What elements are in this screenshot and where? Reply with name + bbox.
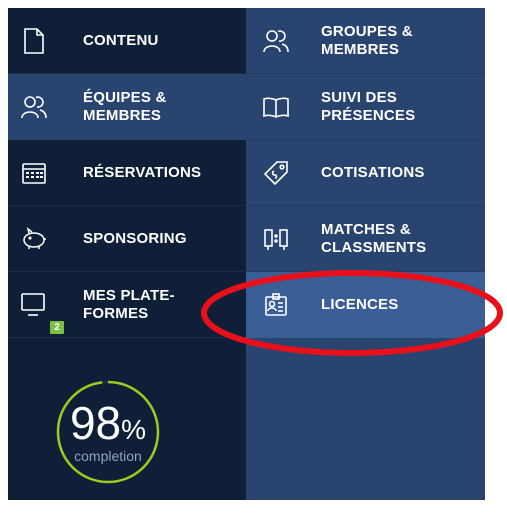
menu-item-sponsoring[interactable]: SPONSORING (8, 206, 246, 272)
submenu-item-cotisations[interactable]: COTISATIONS (246, 140, 485, 206)
menu-item-mes-plate-formes[interactable]: 2 MES PLATE- FORMES (8, 272, 246, 338)
id-card-icon (262, 291, 290, 319)
main-menu: CONTENU ÉQUIPES & MEMBRES RÉSERVATIONS S… (8, 8, 246, 500)
document-icon (20, 27, 48, 55)
submenu-item-label: COTISATIONS (321, 163, 425, 181)
menu-item-label: CONTENU (83, 31, 159, 49)
submenu-item-groupes-membres[interactable]: GROUPES & MEMBRES (246, 8, 485, 74)
monitor-icon: 2 (20, 291, 64, 334)
calendar-icon (20, 159, 48, 187)
menu-item-label: RÉSERVATIONS (83, 163, 202, 181)
menu-item-contenu[interactable]: CONTENU (8, 8, 246, 74)
completion-label: completion (74, 448, 142, 464)
team-icon (20, 93, 48, 121)
submenu-item-matches-classments[interactable]: MATCHES & CLASSMENTS (246, 206, 485, 272)
submenu-item-suivi-presences[interactable]: SUIVI DES PRÉSENCES (246, 74, 485, 140)
piggy-bank-icon (20, 225, 48, 253)
submenu-item-label: SUIVI DES PRÉSENCES (321, 88, 416, 124)
completion-percentage: 98% (69, 397, 147, 449)
submenu-item-label: GROUPES & MEMBRES (321, 22, 413, 58)
menu-item-reservations[interactable]: RÉSERVATIONS (8, 140, 246, 206)
submenu: GROUPES & MEMBRES SUIVI DES PRÉSENCES CO… (246, 8, 485, 500)
menu-item-equipes-membres[interactable]: ÉQUIPES & MEMBRES (8, 74, 246, 140)
submenu-item-label: MATCHES & CLASSMENTS (321, 220, 427, 256)
team-icon (262, 27, 290, 55)
platform-count-badge: 2 (50, 320, 64, 334)
tag-icon (262, 159, 290, 187)
menu-item-label: MES PLATE- FORMES (83, 286, 175, 322)
navigation-panel: CONTENU ÉQUIPES & MEMBRES RÉSERVATIONS S… (8, 8, 485, 500)
book-icon (262, 93, 290, 121)
submenu-item-licences[interactable]: LICENCES (246, 272, 485, 338)
menu-item-label: SPONSORING (83, 229, 187, 247)
scoreboard-icon (262, 225, 290, 253)
menu-item-label: ÉQUIPES & MEMBRES (83, 88, 167, 124)
completion-gauge: 98% completion (56, 380, 160, 484)
submenu-item-label: LICENCES (321, 295, 399, 313)
